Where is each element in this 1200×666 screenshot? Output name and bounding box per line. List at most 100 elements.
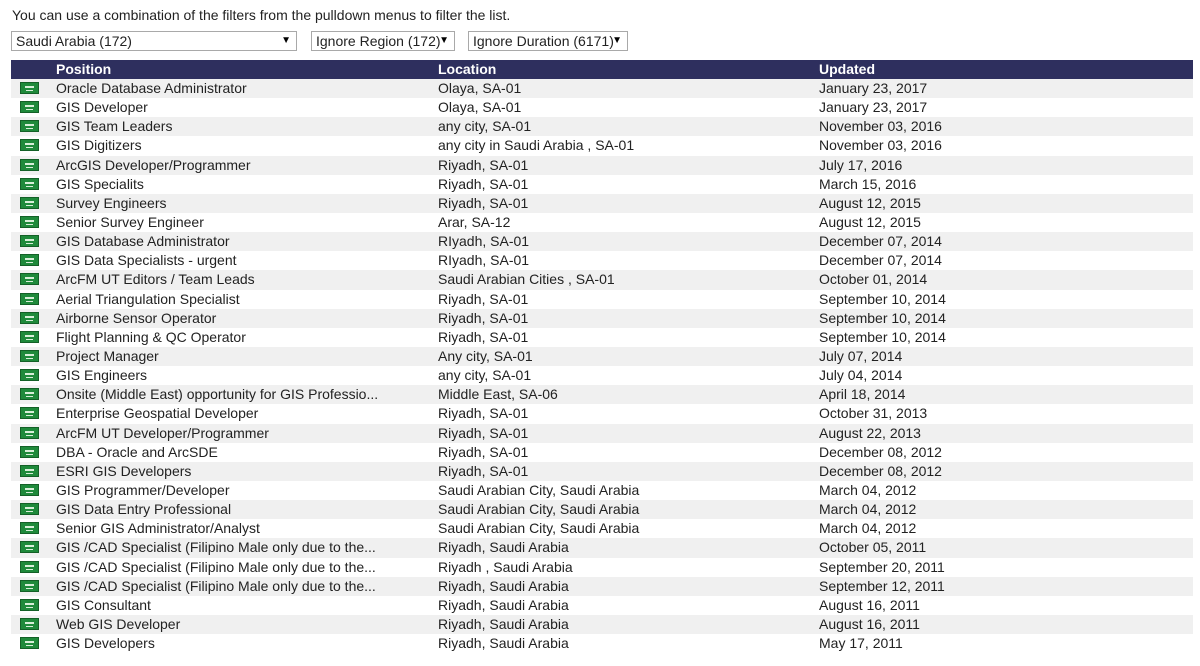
position-link[interactable]: Enterprise Geospatial Developer — [56, 405, 258, 421]
column-header-location[interactable]: Location — [438, 60, 496, 79]
location-cell: Saudi Arabian City, Saudi Arabia — [438, 520, 640, 537]
position-cell[interactable]: GIS Consultant — [56, 596, 151, 615]
position-link[interactable]: ArcFM UT Developer/Programmer — [56, 425, 269, 441]
saudi-flag-icon — [20, 254, 39, 267]
position-link[interactable]: GIS Programmer/Developer — [56, 482, 230, 498]
position-link[interactable]: GIS Database Administrator — [56, 233, 230, 249]
position-cell[interactable]: GIS Developers — [56, 634, 155, 653]
position-cell[interactable]: Project Manager — [56, 347, 159, 366]
position-cell[interactable]: Web GIS Developer — [56, 615, 180, 634]
position-link[interactable]: GIS /CAD Specialist (Filipino Male only … — [56, 539, 376, 555]
table-row: ArcFM UT Developer/Programmer Riyadh, SA-… — [11, 423, 1193, 443]
position-cell[interactable]: GIS Data Entry Professional — [56, 500, 231, 519]
position-cell[interactable]: Flight Planning & QC Operator — [56, 328, 246, 347]
position-link[interactable]: Project Manager — [56, 348, 159, 364]
position-link[interactable]: GIS Digitizers — [56, 137, 142, 153]
position-link[interactable]: Aerial Triangulation Specialist — [56, 291, 240, 307]
position-cell[interactable]: Enterprise Geospatial Developer — [56, 404, 258, 423]
position-link[interactable]: GIS Consultant — [56, 597, 151, 613]
position-cell[interactable]: GIS /CAD Specialist (Filipino Male only … — [56, 577, 376, 596]
location-cell: Riyadh , Saudi Arabia — [438, 558, 573, 575]
saudi-flag-icon — [20, 120, 39, 133]
position-link[interactable]: DBA - Oracle and ArcSDE — [56, 444, 218, 460]
location-cell: Any city, SA-01 — [438, 347, 533, 364]
saudi-flag-icon — [20, 330, 39, 343]
position-link[interactable]: Airborne Sensor Operator — [56, 310, 216, 326]
position-cell[interactable]: GIS Data Specialists - urgent — [56, 251, 237, 270]
position-cell[interactable]: DBA - Oracle and ArcSDE — [56, 443, 218, 462]
position-link[interactable]: Senior Survey Engineer — [56, 214, 204, 230]
position-cell[interactable]: GIS Engineers — [56, 366, 147, 385]
position-link[interactable]: ArcGIS Developer/Programmer — [56, 157, 251, 173]
table-row: Project Manager Any city, SA-01 July 07, 2… — [11, 346, 1193, 367]
updated-cell: September 12, 2011 — [819, 577, 945, 594]
position-link[interactable]: ArcFM UT Editors / Team Leads — [56, 271, 255, 287]
position-link[interactable]: GIS Data Entry Professional — [56, 501, 231, 517]
position-link[interactable]: Oracle Database Administrator — [56, 80, 247, 96]
duration-filter-select[interactable]: Ignore Duration (6171) ▼ — [468, 31, 628, 51]
position-link[interactable]: GIS /CAD Specialist (Filipino Male only … — [56, 559, 376, 575]
position-cell[interactable]: GIS Team Leaders — [56, 117, 172, 136]
updated-cell: October 01, 2014 — [819, 271, 928, 288]
column-header-position[interactable]: Position — [56, 60, 111, 79]
table-row: GIS Engineers any city, SA-01 July 04, 201… — [11, 366, 1193, 386]
location-cell: any city in Saudi Arabia , SA-01 — [438, 137, 635, 154]
position-cell[interactable]: Aerial Triangulation Specialist — [56, 290, 240, 309]
position-cell[interactable]: ArcFM UT Developer/Programmer — [56, 424, 269, 443]
saudi-flag-icon — [20, 637, 39, 650]
position-link[interactable]: GIS /CAD Specialist (Filipino Male only … — [56, 578, 376, 594]
position-cell[interactable]: Senior GIS Administrator/Analyst — [56, 519, 260, 538]
filter-instructions: You can use a combination of the filters… — [12, 7, 511, 23]
table-row: GIS Specialits Riyadh, SA-01 March 15, 201… — [11, 174, 1193, 194]
updated-cell: July 04, 2014 — [819, 367, 903, 384]
position-cell[interactable]: GIS Programmer/Developer — [56, 481, 230, 500]
region-filter-select[interactable]: Ignore Region (172) ▼ — [311, 31, 455, 51]
saudi-flag-icon — [20, 388, 39, 401]
position-cell[interactable]: ESRI GIS Developers — [56, 462, 191, 481]
position-link[interactable]: Web GIS Developer — [56, 616, 180, 632]
saudi-flag-icon — [20, 426, 39, 439]
position-link[interactable]: Onsite (Middle East) opportunity for GIS… — [56, 386, 378, 402]
saudi-flag-icon — [20, 292, 39, 305]
table-header-row: Position Location Updated — [11, 60, 1193, 79]
position-cell[interactable]: GIS Database Administrator — [56, 232, 230, 251]
position-cell[interactable]: GIS Specialits — [56, 175, 144, 194]
country-filter-select[interactable]: Saudi Arabia (172) ▼ — [11, 31, 297, 51]
location-cell: Riyadh, SA-01 — [438, 462, 529, 479]
position-cell[interactable]: GIS Developer — [56, 98, 148, 117]
position-link[interactable]: Flight Planning & QC Operator — [56, 329, 246, 345]
position-link[interactable]: GIS Team Leaders — [56, 118, 172, 134]
position-link[interactable]: Survey Engineers — [56, 195, 167, 211]
position-link[interactable]: GIS Developers — [56, 635, 155, 651]
updated-cell: March 04, 2012 — [819, 501, 917, 518]
position-cell[interactable]: Onsite (Middle East) opportunity for GIS… — [56, 385, 378, 404]
saudi-flag-icon — [20, 617, 39, 630]
position-cell[interactable]: Oracle Database Administrator — [56, 79, 247, 98]
table-row: Onsite (Middle East) opportunity for GIS… — [11, 385, 1193, 405]
table-row: Senior GIS Administrator/Analyst Saudi Ar… — [11, 519, 1193, 539]
position-link[interactable]: GIS Data Specialists - urgent — [56, 252, 237, 268]
position-link[interactable]: ESRI GIS Developers — [56, 463, 191, 479]
position-cell[interactable]: GIS /CAD Specialist (Filipino Male only … — [56, 558, 376, 577]
column-header-updated[interactable]: Updated — [819, 60, 875, 79]
saudi-flag-icon — [20, 139, 39, 152]
updated-cell: January 23, 2017 — [819, 80, 928, 96]
updated-cell: July 17, 2016 — [819, 156, 903, 173]
updated-cell: August 12, 2015 — [819, 213, 921, 230]
location-cell: Riyadh, SA-01 — [438, 405, 529, 422]
position-cell[interactable]: ArcGIS Developer/Programmer — [56, 156, 251, 175]
updated-cell: October 05, 2011 — [819, 539, 927, 556]
position-link[interactable]: Senior GIS Administrator/Analyst — [56, 520, 260, 536]
table-row: GIS Data Specialists - urgent RIyadh, SA-… — [11, 251, 1193, 271]
position-cell[interactable]: Survey Engineers — [56, 194, 167, 213]
position-cell[interactable]: ArcFM UT Editors / Team Leads — [56, 270, 255, 289]
saudi-flag-icon — [20, 579, 39, 592]
position-cell[interactable]: Senior Survey Engineer — [56, 213, 204, 232]
position-cell[interactable]: GIS Digitizers — [56, 136, 142, 155]
position-link[interactable]: GIS Developer — [56, 99, 148, 115]
position-link[interactable]: GIS Specialits — [56, 176, 144, 192]
position-cell[interactable]: GIS /CAD Specialist (Filipino Male only … — [56, 538, 376, 557]
saudi-flag-icon — [20, 177, 39, 190]
position-cell[interactable]: Airborne Sensor Operator — [56, 309, 216, 328]
position-link[interactable]: GIS Engineers — [56, 367, 147, 383]
